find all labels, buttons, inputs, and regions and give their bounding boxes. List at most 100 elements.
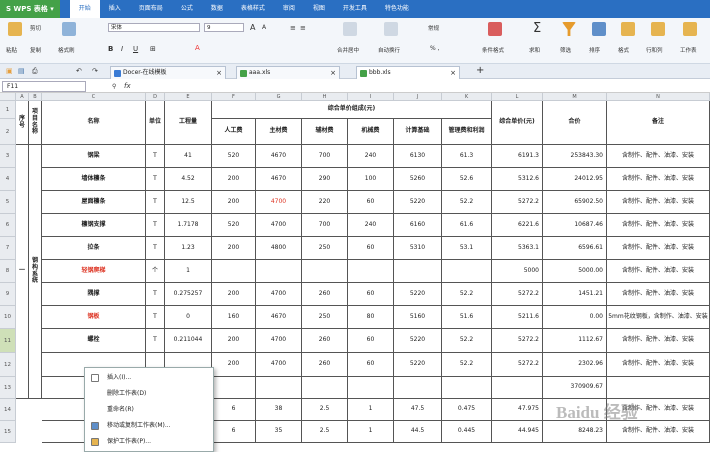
- column-header[interactable]: J: [394, 93, 442, 101]
- table-cell[interactable]: 47.975: [492, 399, 543, 421]
- menu-move-copy-sheet[interactable]: 移动或复制工作表(M)...: [85, 418, 215, 434]
- menu-formula[interactable]: 公式: [172, 0, 202, 18]
- row-header[interactable]: 10: [0, 306, 16, 329]
- table-cell[interactable]: 35: [256, 421, 302, 443]
- undo-icon[interactable]: ↶: [76, 67, 82, 75]
- table-cell[interactable]: 200: [212, 329, 256, 353]
- column-header[interactable]: A: [16, 93, 29, 101]
- table-cell[interactable]: 6221.6: [492, 214, 543, 237]
- cond-format-button[interactable]: 条件格式: [482, 46, 504, 54]
- row-header[interactable]: 4: [0, 168, 16, 191]
- table-cell[interactable]: T: [146, 306, 165, 329]
- table-cell[interactable]: 0.211044: [165, 329, 212, 353]
- table-cell[interactable]: 61.3: [442, 145, 492, 168]
- sort-button[interactable]: 排序: [589, 46, 600, 54]
- table-cell[interactable]: 钢板: [42, 306, 146, 329]
- wrap-text-button[interactable]: 自动换行: [378, 46, 400, 54]
- font-size-combo[interactable]: 9: [204, 23, 244, 32]
- table-cell[interactable]: 6160: [394, 214, 442, 237]
- bold-button[interactable]: B: [108, 45, 113, 53]
- table-cell[interactable]: 80: [348, 306, 394, 329]
- column-header[interactable]: E: [165, 93, 212, 101]
- table-cell[interactable]: 200: [212, 353, 256, 377]
- header-cell[interactable]: 计算基础: [394, 119, 442, 145]
- table-cell[interactable]: 4670: [256, 168, 302, 191]
- sum-icon[interactable]: Σ: [533, 21, 541, 36]
- table-cell[interactable]: [607, 377, 710, 399]
- table-cell[interactable]: 5220: [394, 353, 442, 377]
- table-cell[interactable]: 200: [212, 237, 256, 260]
- menu-insert-sheet[interactable]: 插入(I)...: [85, 370, 215, 386]
- tab-docer[interactable]: Docer-在线模板 ×: [110, 66, 226, 79]
- wps-logo-button[interactable]: S WPS 表格 ▾: [0, 0, 60, 18]
- column-header[interactable]: M: [543, 93, 607, 101]
- table-cell[interactable]: 5220: [394, 191, 442, 214]
- table-cell[interactable]: 5310: [394, 237, 442, 260]
- table-cell[interactable]: 0.445: [442, 421, 492, 443]
- row-header[interactable]: 6: [0, 214, 16, 237]
- font-name-combo[interactable]: 宋体: [108, 23, 200, 32]
- table-cell[interactable]: 250: [302, 306, 348, 329]
- table-cell[interactable]: 260: [302, 353, 348, 377]
- percent-button[interactable]: % ,: [430, 45, 440, 52]
- align-top-icon[interactable]: ≡: [290, 24, 296, 32]
- table-cell[interactable]: 屋面檩条: [42, 191, 146, 214]
- header-cell[interactable]: 辅材费: [302, 119, 348, 145]
- row-col-button[interactable]: 行和列: [646, 46, 663, 54]
- row-header[interactable]: 5: [0, 191, 16, 214]
- row-header[interactable]: 12: [0, 353, 16, 377]
- table-cell[interactable]: 2.5: [302, 399, 348, 421]
- table-cell[interactable]: 含制作、配件、油漆、安装: [607, 145, 710, 168]
- row-header[interactable]: 15: [0, 421, 16, 443]
- header-cell[interactable]: 备注: [607, 101, 710, 145]
- table-cell[interactable]: 5000.00: [543, 260, 607, 283]
- column-header[interactable]: F: [212, 93, 256, 101]
- header-cell[interactable]: 项目名称: [29, 101, 42, 145]
- table-cell[interactable]: 4700: [256, 214, 302, 237]
- table-cell[interactable]: 53.1: [442, 237, 492, 260]
- table-cell[interactable]: T: [146, 283, 165, 306]
- filter-button[interactable]: 筛选: [560, 46, 571, 54]
- table-cell[interactable]: T: [146, 237, 165, 260]
- table-cell[interactable]: 700: [302, 145, 348, 168]
- table-cell[interactable]: 5272.2: [492, 353, 543, 377]
- underline-button[interactable]: U: [133, 45, 138, 53]
- menu-view[interactable]: 视图: [304, 0, 334, 18]
- header-cell[interactable]: 综合单价(元): [492, 101, 543, 145]
- table-cell[interactable]: 5220: [394, 329, 442, 353]
- table-cell[interactable]: 4700: [256, 191, 302, 214]
- table-cell[interactable]: 260: [302, 283, 348, 306]
- row-header[interactable]: 11: [0, 329, 16, 353]
- table-cell[interactable]: 6: [212, 399, 256, 421]
- table-cell[interactable]: 拉条: [42, 237, 146, 260]
- row-header[interactable]: 7: [0, 237, 16, 260]
- table-cell[interactable]: 65902.50: [543, 191, 607, 214]
- cut-button[interactable]: 剪切: [30, 24, 41, 32]
- menu-data[interactable]: 数据: [202, 0, 232, 18]
- row-header[interactable]: 3: [0, 145, 16, 168]
- copy-button[interactable]: 复制: [30, 46, 41, 54]
- table-cell[interactable]: 1: [348, 421, 394, 443]
- table-cell[interactable]: 含制作、配件、油漆、安装: [607, 283, 710, 306]
- menu-table-style[interactable]: 表格样式: [232, 0, 274, 18]
- table-cell[interactable]: 含制作、配件、油漆、安装: [607, 260, 710, 283]
- table-cell[interactable]: [212, 377, 256, 399]
- open-folder-icon[interactable]: ▣: [6, 67, 13, 75]
- select-all-corner[interactable]: [0, 93, 16, 101]
- redo-icon[interactable]: ↷: [92, 67, 98, 75]
- menu-developer[interactable]: 开发工具: [334, 0, 376, 18]
- table-cell[interactable]: 240: [348, 214, 394, 237]
- table-cell[interactable]: 1.7178: [165, 214, 212, 237]
- table-cell[interactable]: 5272.2: [492, 283, 543, 306]
- table-cell[interactable]: 6191.3: [492, 145, 543, 168]
- paste-icon[interactable]: [8, 22, 22, 36]
- table-cell[interactable]: 含制作、配件、油漆、安装: [607, 168, 710, 191]
- merge-center-button[interactable]: 合并居中: [337, 46, 359, 54]
- table-cell[interactable]: [212, 260, 256, 283]
- new-tab-icon[interactable]: +: [476, 65, 484, 76]
- table-cell[interactable]: 檩钢支撑: [42, 214, 146, 237]
- column-header[interactable]: K: [442, 93, 492, 101]
- cond-format-icon[interactable]: [488, 22, 502, 36]
- table-cell[interactable]: 47.5: [394, 399, 442, 421]
- table-cell[interactable]: T: [146, 214, 165, 237]
